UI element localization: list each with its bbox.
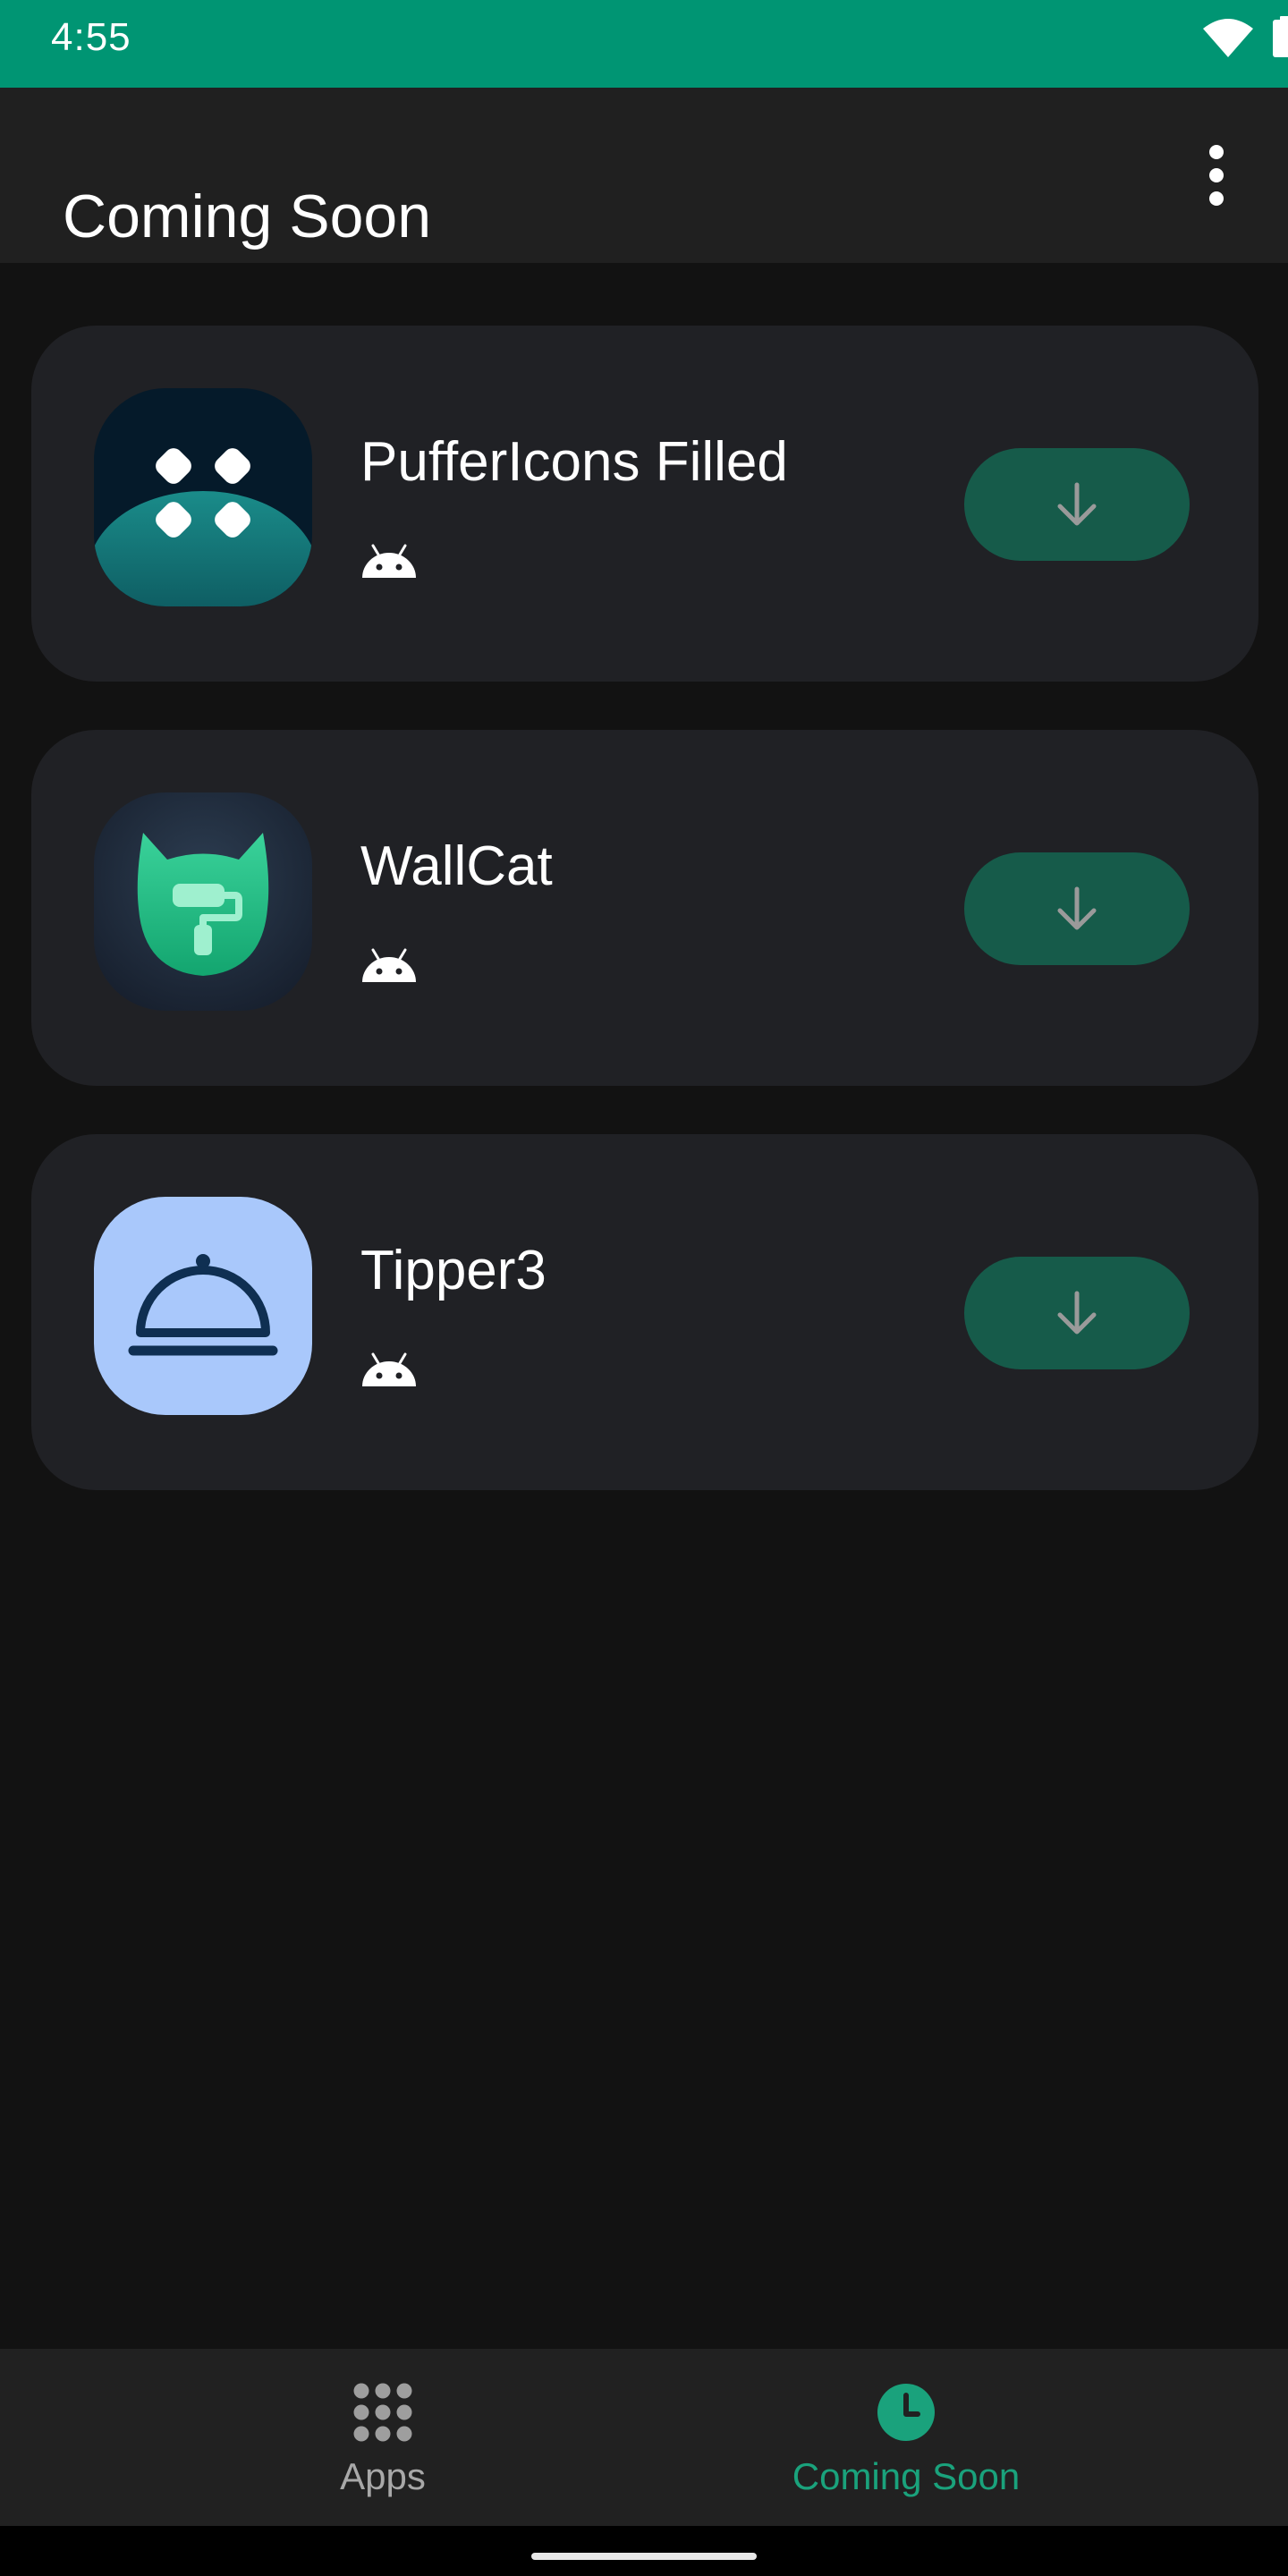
gesture-handle[interactable] xyxy=(531,2553,757,2560)
download-icon xyxy=(1057,482,1097,526)
clock-icon xyxy=(877,2384,935,2441)
tipper3-app-icon xyxy=(94,1197,312,1415)
page-title: Coming Soon xyxy=(63,182,432,250)
bottom-navigation: Apps Coming Soon xyxy=(0,2349,1288,2526)
wallcat-app-icon xyxy=(94,792,312,1011)
status-time: 4:55 xyxy=(51,15,131,59)
apps-grid-icon xyxy=(353,2383,412,2442)
puffericons-app-icon xyxy=(94,388,312,606)
android-icon xyxy=(362,544,416,578)
app-name: WallCat xyxy=(360,835,553,897)
wifi-icon xyxy=(1203,19,1253,57)
download-button[interactable] xyxy=(964,852,1190,965)
android-icon xyxy=(362,948,416,982)
gesture-bar-area xyxy=(0,2526,1288,2576)
app-name: PufferIcons Filled xyxy=(360,431,788,493)
download-button[interactable] xyxy=(964,1257,1190,1369)
more-options-button[interactable] xyxy=(1174,132,1259,218)
android-icon xyxy=(362,1352,416,1386)
battery-icon xyxy=(1273,16,1288,57)
app-bar: Coming Soon xyxy=(0,88,1288,263)
download-button[interactable] xyxy=(964,448,1190,561)
download-icon xyxy=(1057,886,1097,930)
nav-item-coming-soon[interactable]: Coming Soon xyxy=(584,2349,1228,2526)
download-icon xyxy=(1057,1291,1097,1335)
more-vert-icon xyxy=(1209,145,1224,206)
status-bar: 4:55 xyxy=(0,0,1288,88)
app-card-tipper3[interactable]: Tipper3 xyxy=(31,1134,1258,1490)
nav-label-coming-soon: Coming Soon xyxy=(792,2455,1021,2497)
app-name: Tipper3 xyxy=(360,1240,547,1301)
app-card-wallcat[interactable]: WallCat xyxy=(31,730,1258,1086)
app-card-puffericons[interactable]: PufferIcons Filled xyxy=(31,326,1258,682)
